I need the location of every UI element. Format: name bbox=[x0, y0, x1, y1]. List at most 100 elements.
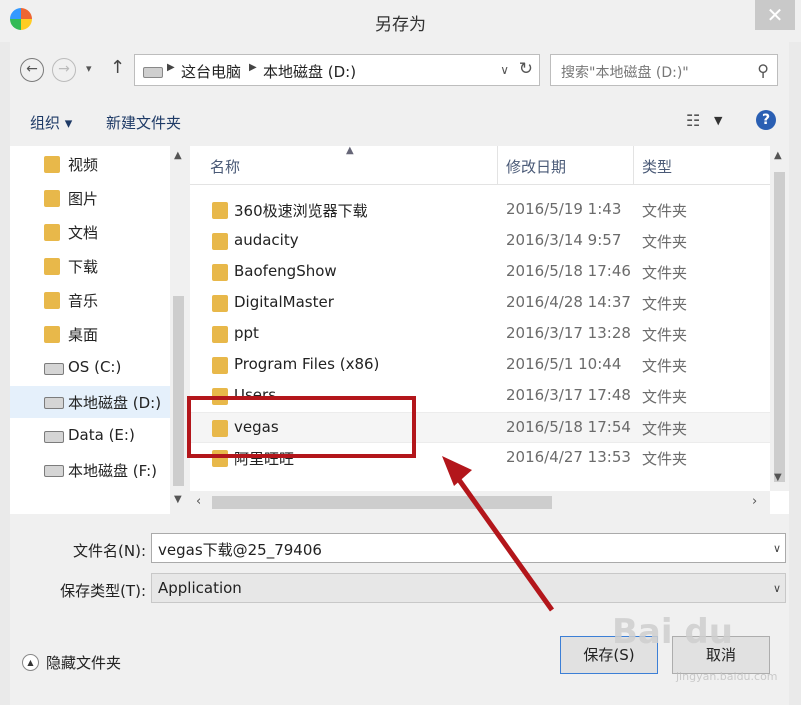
file-type: 文件夹 bbox=[642, 388, 688, 406]
recent-locations-dropdown[interactable]: ▾ bbox=[86, 62, 92, 75]
window-title: 另存为 bbox=[375, 15, 426, 35]
title-bar: 另存为 ✕ bbox=[0, 0, 801, 42]
scrollbar-thumb[interactable] bbox=[212, 496, 552, 509]
search-icon[interactable]: ⚲ bbox=[757, 61, 769, 80]
sidebar-item-label: 音乐 bbox=[68, 292, 99, 310]
file-name: 360极速浏览器下载 bbox=[234, 202, 368, 220]
sidebar-item-label: 本地磁盘 (F:) bbox=[68, 462, 157, 480]
scrollbar-thumb[interactable] bbox=[173, 296, 184, 486]
file-name: audacity bbox=[234, 231, 299, 249]
view-dropdown-icon[interactable]: ▼ bbox=[714, 114, 722, 127]
drive-icon bbox=[44, 465, 64, 477]
watermark-url: jingyan.baidu.com bbox=[676, 670, 778, 683]
drive-icon bbox=[44, 363, 64, 375]
view-options-icon[interactable]: ☷ bbox=[686, 111, 700, 130]
window-border-right bbox=[789, 42, 801, 705]
search-input[interactable]: 搜索"本地磁盘 (D:)" ⚲ bbox=[550, 54, 778, 86]
file-row[interactable]: DigitalMaster 2016/4/28 14:37 文件夹 bbox=[190, 288, 770, 319]
file-type: 文件夹 bbox=[642, 450, 688, 468]
file-date: 2016/5/1 10:44 bbox=[506, 355, 622, 373]
file-date: 2016/3/17 17:48 bbox=[506, 386, 631, 404]
hide-folders-label: 隐藏文件夹 bbox=[46, 654, 122, 672]
scroll-right-icon[interactable]: › bbox=[752, 494, 757, 509]
file-type: 文件夹 bbox=[642, 326, 688, 344]
refresh-button[interactable]: ↻ bbox=[519, 59, 533, 79]
folder-icon bbox=[212, 326, 228, 343]
file-date: 2016/4/28 14:37 bbox=[506, 293, 631, 311]
file-row[interactable]: Program Files (x86) 2016/5/1 10:44 文件夹 bbox=[190, 350, 770, 381]
file-name: ppt bbox=[234, 324, 259, 342]
drive-icon bbox=[44, 431, 64, 443]
file-type: 文件夹 bbox=[642, 295, 688, 313]
drive-icon bbox=[44, 397, 64, 409]
filetype-select[interactable]: Application ∨ bbox=[151, 573, 786, 603]
scroll-up-icon[interactable]: ▲ bbox=[774, 150, 782, 161]
breadcrumb-this-pc[interactable]: 这台电脑 bbox=[181, 61, 241, 82]
annotation-highlight-box bbox=[187, 396, 416, 458]
column-divider[interactable] bbox=[497, 146, 498, 184]
forward-button[interactable]: → bbox=[52, 58, 76, 82]
filename-field[interactable]: vegas下载@25_79406 ∨ bbox=[151, 533, 786, 563]
file-row[interactable]: audacity 2016/3/14 9:57 文件夹 bbox=[190, 226, 770, 257]
folder-icon bbox=[212, 295, 228, 312]
sidebar-item-drive-d[interactable]: 本地磁盘 (D:) bbox=[10, 386, 170, 418]
filename-label: 文件名(N): bbox=[73, 542, 146, 560]
column-header-type[interactable]: 类型 bbox=[642, 156, 672, 177]
window-border-left bbox=[0, 42, 10, 705]
file-row[interactable]: BaofengShow 2016/5/18 17:46 文件夹 bbox=[190, 257, 770, 288]
file-date: 2016/3/14 9:57 bbox=[506, 231, 622, 249]
back-button[interactable]: ← bbox=[20, 58, 44, 82]
file-type: 文件夹 bbox=[642, 420, 688, 438]
sidebar-item-label: 文档 bbox=[68, 224, 99, 242]
file-date: 2016/5/18 17:54 bbox=[506, 418, 631, 436]
sidebar-item-downloads[interactable]: 下载 bbox=[10, 250, 170, 282]
navigation-pane-scrollbar[interactable]: ▲ ▼ bbox=[170, 146, 187, 514]
file-name: Program Files (x86) bbox=[234, 355, 380, 373]
breadcrumb-drive-d[interactable]: 本地磁盘 (D:) bbox=[263, 61, 356, 82]
close-button[interactable]: ✕ bbox=[755, 0, 795, 30]
chevron-down-icon[interactable]: ∨ bbox=[773, 542, 781, 555]
scroll-down-icon[interactable]: ▼ bbox=[174, 494, 182, 505]
sidebar-item-drive-c[interactable]: OS (C:) bbox=[10, 352, 170, 384]
column-header-date[interactable]: 修改日期 bbox=[506, 156, 566, 177]
chevron-right-icon[interactable]: ▶ bbox=[249, 62, 257, 73]
chevron-up-icon: ▲ bbox=[22, 654, 39, 671]
column-header-name[interactable]: 名称 bbox=[210, 156, 240, 177]
navigation-pane: 视频 图片 文档 下载 音乐 桌面 OS (C:) 本地磁盘 (D:) Data… bbox=[10, 146, 187, 514]
scroll-left-icon[interactable]: ‹ bbox=[196, 494, 201, 509]
folder-icon bbox=[212, 233, 228, 250]
file-name: DigitalMaster bbox=[234, 293, 334, 311]
scrollbar-thumb[interactable] bbox=[774, 172, 785, 482]
sidebar-item-desktop[interactable]: 桌面 bbox=[10, 318, 170, 350]
new-folder-button[interactable]: 新建文件夹 bbox=[106, 112, 181, 133]
folder-icon bbox=[44, 326, 60, 343]
chevron-right-icon[interactable]: ▶ bbox=[167, 62, 175, 73]
folder-icon bbox=[212, 202, 228, 219]
scroll-up-icon[interactable]: ▲ bbox=[174, 150, 182, 161]
up-button[interactable]: ↑ bbox=[110, 57, 125, 78]
sidebar-item-documents[interactable]: 文档 bbox=[10, 216, 170, 248]
file-row[interactable]: ppt 2016/3/17 13:28 文件夹 bbox=[190, 319, 770, 350]
column-divider[interactable] bbox=[633, 146, 634, 184]
address-bar[interactable]: ▶ 这台电脑 ▶ 本地磁盘 (D:) ∨ ↻ bbox=[134, 54, 540, 86]
sidebar-item-pictures[interactable]: 图片 bbox=[10, 182, 170, 214]
help-icon[interactable]: ? bbox=[756, 110, 776, 130]
sidebar-item-label: OS (C:) bbox=[68, 358, 122, 376]
sidebar-item-drive-f[interactable]: 本地磁盘 (F:) bbox=[10, 454, 170, 486]
search-placeholder: 搜索"本地磁盘 (D:)" bbox=[561, 65, 689, 81]
organize-menu[interactable]: 组织 ▾ bbox=[30, 112, 72, 133]
file-list-horizontal-scrollbar[interactable]: ‹ › bbox=[190, 491, 770, 514]
sidebar-item-label: 桌面 bbox=[68, 326, 99, 344]
address-dropdown-icon[interactable]: ∨ bbox=[500, 63, 509, 77]
sidebar-item-drive-e[interactable]: Data (E:) bbox=[10, 420, 170, 452]
sidebar-item-videos[interactable]: 视频 bbox=[10, 148, 170, 180]
file-name: BaofengShow bbox=[234, 262, 337, 280]
chevron-down-icon[interactable]: ∨ bbox=[773, 582, 781, 595]
filename-value: vegas下载@25_79406 bbox=[158, 541, 322, 559]
folder-icon bbox=[212, 264, 228, 281]
file-row[interactable]: 360极速浏览器下载 2016/5/19 1:43 文件夹 bbox=[190, 195, 770, 226]
sidebar-item-music[interactable]: 音乐 bbox=[10, 284, 170, 316]
scroll-down-icon[interactable]: ▼ bbox=[774, 472, 782, 483]
file-list-vertical-scrollbar[interactable]: ▲ ▼ bbox=[770, 146, 789, 491]
drive-icon bbox=[143, 67, 163, 78]
